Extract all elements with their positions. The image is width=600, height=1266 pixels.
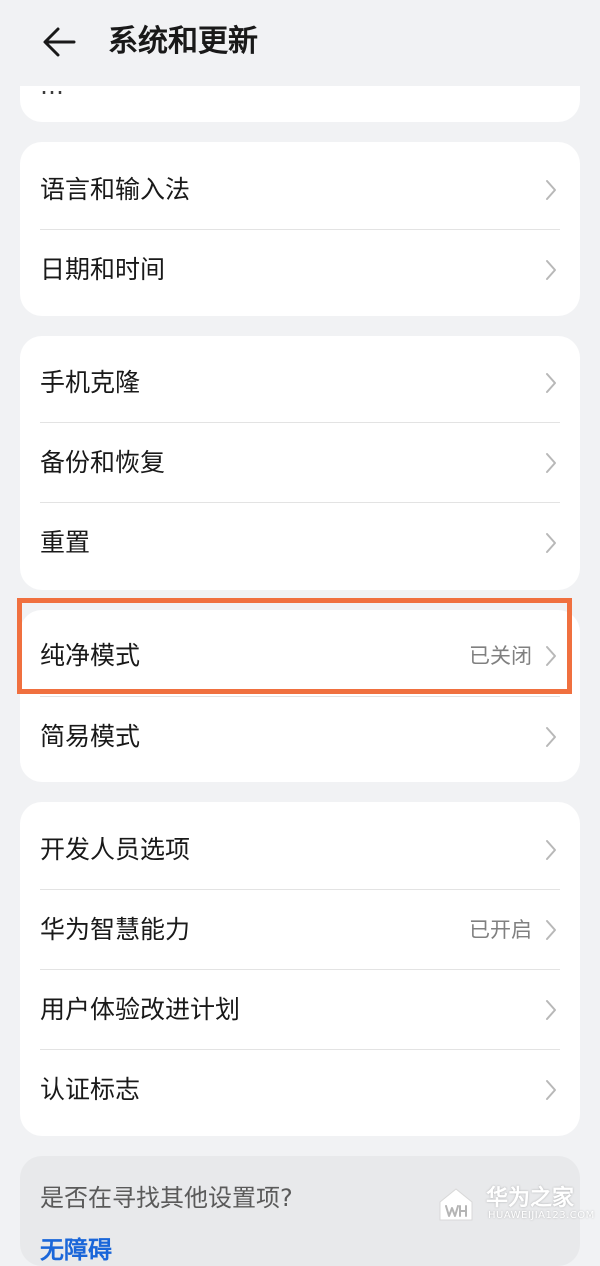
row-label: 语言和输入法 — [40, 175, 191, 204]
settings-row-backup-restore[interactable]: 备份和恢复 — [20, 423, 580, 503]
highlight-box — [17, 598, 572, 694]
search-suggestion-title: 是否在寻找其他设置项? — [40, 1184, 293, 1212]
chevron-right-icon — [546, 920, 556, 940]
header: 系统和更新 — [0, 0, 600, 88]
row-status: 已开启 — [469, 918, 532, 942]
chevron-right-icon — [546, 260, 556, 280]
settings-row-reset[interactable]: 重置 — [20, 503, 580, 583]
chevron-right-icon — [546, 1000, 556, 1020]
chevron-right-icon — [546, 727, 556, 747]
watermark: 华为之家 HUAWEIJIA123.COM — [436, 1180, 596, 1232]
partial-item-label: … — [40, 86, 64, 100]
page-title: 系统和更新 — [108, 24, 258, 59]
back-arrow-icon[interactable] — [40, 22, 80, 62]
settings-card-partial: … — [20, 86, 580, 122]
row-label: 认证标志 — [40, 1075, 141, 1104]
chevron-right-icon — [546, 373, 556, 393]
settings-row-phone-clone[interactable]: 手机克隆 — [20, 343, 580, 423]
chevron-right-icon — [546, 840, 556, 860]
settings-row-language-input[interactable]: 语言和输入法 — [20, 150, 580, 230]
settings-row-simple-mode[interactable]: 简易模式 — [20, 697, 580, 777]
settings-card-clone-backup-reset: 手机克隆 备份和恢复 重置 — [20, 336, 580, 590]
row-label: 日期和时间 — [40, 255, 166, 284]
row-label: 华为智慧能力 — [40, 915, 191, 944]
settings-row-developer-options[interactable]: 开发人员选项 — [20, 810, 580, 890]
row-label: 用户体验改进计划 — [40, 995, 241, 1024]
settings-card-language-date: 语言和输入法 日期和时间 — [20, 142, 580, 316]
row-label: 备份和恢复 — [40, 448, 166, 477]
chevron-right-icon — [546, 180, 556, 200]
settings-row-date-time[interactable]: 日期和时间 — [20, 230, 580, 310]
watermark-subtitle: HUAWEIJIA123.COM — [488, 1210, 595, 1221]
row-label: 重置 — [40, 528, 91, 557]
settings-card-developer-more: 开发人员选项 华为智慧能力 已开启 用户体验改进计划 认证标志 — [20, 802, 580, 1136]
chevron-right-icon — [546, 453, 556, 473]
chevron-right-icon — [546, 533, 556, 553]
row-label: 开发人员选项 — [40, 835, 191, 864]
row-label: 手机克隆 — [40, 368, 141, 397]
watermark-title: 华为之家 — [486, 1186, 575, 1211]
settings-row-huawei-intelligence[interactable]: 华为智慧能力 已开启 — [20, 890, 580, 970]
row-label: 简易模式 — [40, 722, 141, 751]
chevron-right-icon — [546, 1080, 556, 1100]
settings-row-certification-logos[interactable]: 认证标志 — [20, 1050, 580, 1130]
settings-row-user-experience[interactable]: 用户体验改进计划 — [20, 970, 580, 1050]
house-logo-icon — [439, 1188, 473, 1221]
